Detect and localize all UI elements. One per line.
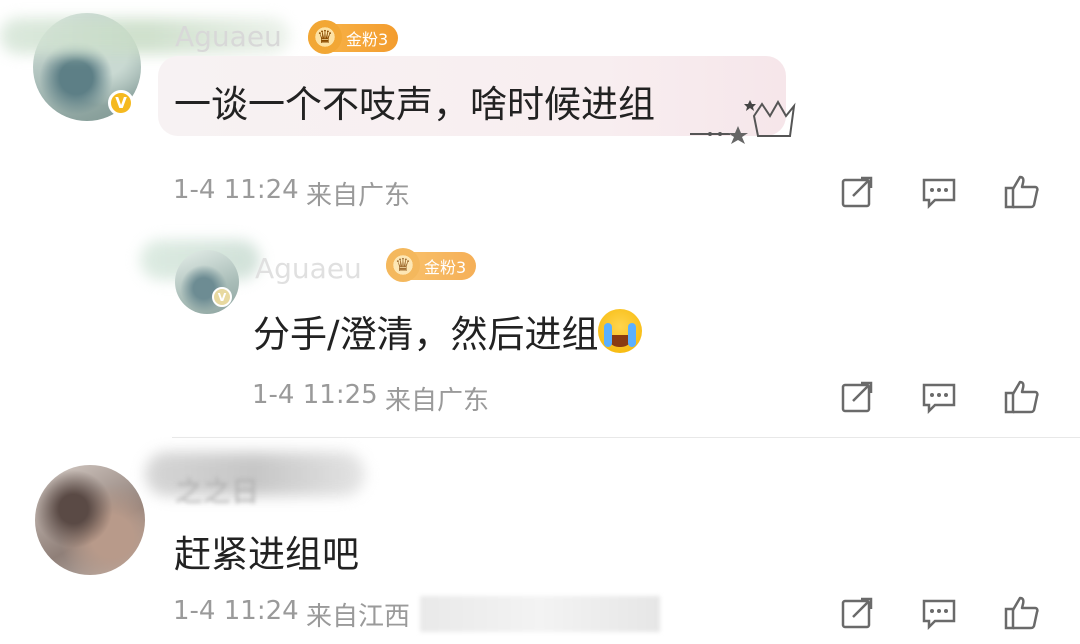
share-edit-icon [841,597,873,629]
comment-icon [922,383,956,415]
comment-button[interactable] [919,593,959,633]
comment-time: 1-4 11:24 [173,175,299,205]
crown-icon: ♛ [308,20,342,54]
share-edit-icon [841,176,873,208]
username[interactable]: Aguaeu [175,20,282,53]
comment-icon [922,178,956,210]
fan-badge: ♛ 金粉3 [386,248,477,282]
comment-icon [922,599,956,631]
fan-badge: ♛ 金粉3 [308,20,399,54]
like-button[interactable] [1002,377,1042,417]
verified-badge: V [108,90,134,116]
comment-button[interactable] [919,172,959,212]
thumbs-up-icon [1004,596,1039,630]
comment-time: 1-4 11:24 [173,596,299,626]
comment-location: 来自江西 [306,602,411,632]
repost-button[interactable] [837,377,877,417]
repost-button[interactable] [837,172,877,212]
crown-icon: ♛ [386,248,420,282]
avatar[interactable] [175,250,239,314]
comment-location: 来自广东 [306,181,411,211]
share-edit-icon [841,381,873,413]
loudly-crying-face-icon [598,309,643,353]
comment-location: 来自广东 [385,386,490,416]
comment-text: 一谈一个不吱声，啥时候进组 [174,83,655,126]
verified-badge: V [212,287,232,307]
comment-time: 1-4 11:25 [252,380,378,410]
username[interactable]: 之之日 [175,470,259,510]
comment-text: 分手/澄清，然后进组 [253,304,643,358]
like-button[interactable] [1002,593,1042,633]
divider [172,437,1080,438]
thumbs-up-icon [1004,380,1039,414]
crown-decoration-icon [690,99,796,144]
repost-button[interactable] [837,593,877,633]
comment-button[interactable] [919,377,959,417]
like-button[interactable] [1002,172,1042,212]
username[interactable]: Aguaeu [255,252,362,285]
thumbs-up-icon [1004,175,1039,209]
avatar[interactable] [35,465,145,575]
comment-text: 赶紧进组吧 [174,533,359,576]
redacted-overlay [420,596,660,632]
